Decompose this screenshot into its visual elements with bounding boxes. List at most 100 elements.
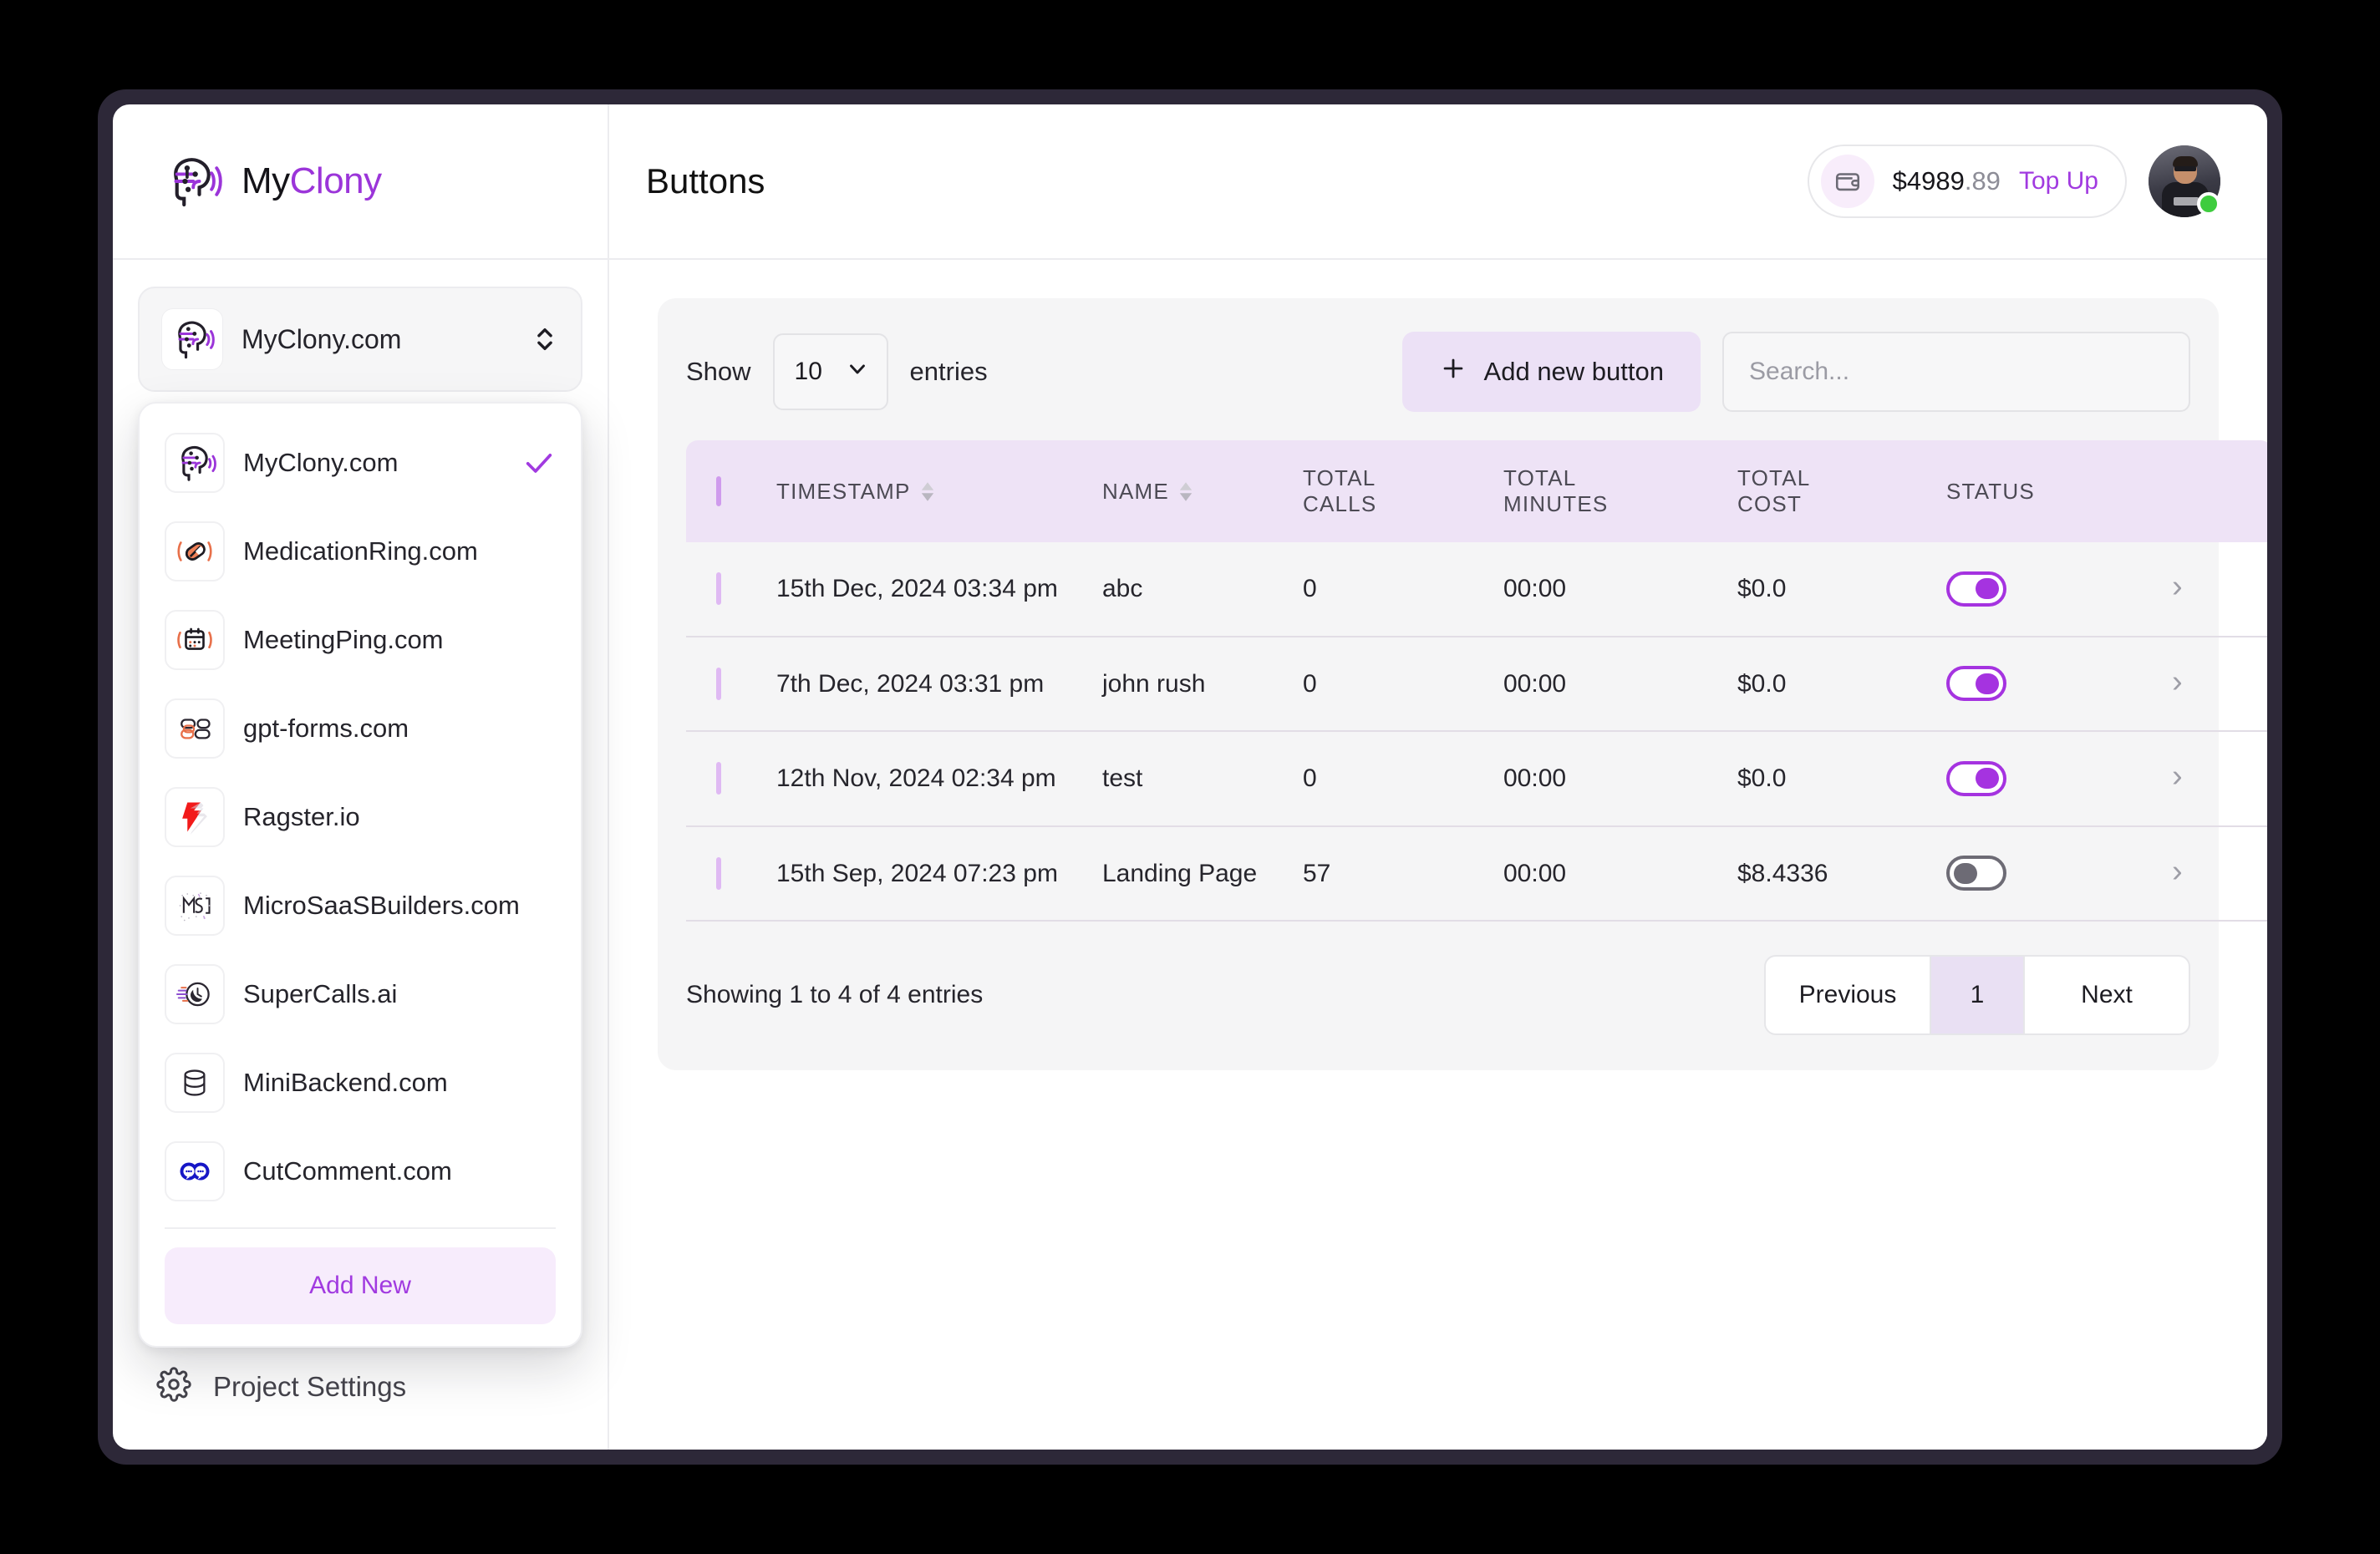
table-row[interactable]: 15th Sep, 2024 07:23 pm Landing Page 57 … xyxy=(686,826,2267,922)
cell-name: john rush xyxy=(1102,669,1206,698)
row-select-cell xyxy=(686,826,776,922)
list-item-label: CutComment.com xyxy=(243,1156,452,1186)
chevron-right-icon[interactable]: › xyxy=(2172,664,2183,699)
page-title: Buttons xyxy=(646,161,765,201)
brand-name: MyClony xyxy=(242,160,382,202)
project-selector[interactable]: MyClony.com xyxy=(138,287,582,392)
list-item-label: gpt-forms.com xyxy=(243,714,409,743)
page-length-value: 10 xyxy=(794,358,822,385)
forms-shapes-icon xyxy=(165,698,225,759)
wallet-amount: $4989.89 xyxy=(1893,166,2001,196)
cell-total-minutes: 00:00 xyxy=(1503,575,1567,602)
chevron-right-icon[interactable]: › xyxy=(2172,854,2183,889)
list-item[interactable]: gpt-forms.com xyxy=(140,684,581,773)
sort-icon xyxy=(1179,481,1193,501)
cell-status xyxy=(1946,542,2172,637)
chevron-right-icon[interactable]: › xyxy=(2172,569,2183,604)
cell-actions[interactable]: › xyxy=(2172,731,2267,826)
list-item[interactable]: MicroSaaSBuilders.com xyxy=(140,861,581,950)
select-all-checkbox[interactable] xyxy=(716,475,721,506)
add-new-button-label: Add new button xyxy=(1483,357,1664,386)
status-badge xyxy=(2197,192,2220,216)
table-row[interactable]: 12th Nov, 2024 02:34 pm test 0 00:00 $0.… xyxy=(686,731,2267,826)
row-checkbox[interactable] xyxy=(716,572,721,605)
brain-wave-icon xyxy=(160,149,225,214)
top-bar-main: Buttons $4989.89 Top Up xyxy=(608,104,2267,260)
column-header-actions xyxy=(2172,440,2267,542)
check-placeholder xyxy=(522,978,556,1011)
column-label: STATUS xyxy=(1946,478,2035,504)
entries-info: Showing 1 to 4 of 4 entries xyxy=(686,981,984,1008)
status-toggle[interactable] xyxy=(1946,571,2006,607)
column-label-line2: COST xyxy=(1737,491,1803,516)
column-label-line1: TOTAL xyxy=(1737,465,1811,490)
cell-timestamp: 15th Sep, 2024 07:23 pm xyxy=(776,859,1058,887)
status-toggle[interactable] xyxy=(1946,666,2006,702)
chevron-right-icon[interactable]: › xyxy=(2172,759,2183,794)
avatar[interactable] xyxy=(2149,145,2220,217)
column-header-total-calls: TOTAL CALLS xyxy=(1303,440,1503,542)
column-header-status: STATUS xyxy=(1946,440,2172,542)
previous-page-button[interactable]: Previous xyxy=(1764,955,1931,1035)
screen: MyClony Buttons $4989.89 Top Up MyClony.… xyxy=(0,0,2380,1554)
cell-actions[interactable]: › xyxy=(2172,542,2267,637)
status-toggle[interactable] xyxy=(1946,856,2006,891)
list-item[interactable]: Ragster.io xyxy=(140,773,581,861)
next-page-button[interactable]: Next xyxy=(2023,955,2190,1035)
page-number-button[interactable]: 1 xyxy=(1931,955,2023,1035)
sidebar-item-label: Project Settings xyxy=(213,1370,407,1402)
cell-total-calls: 57 xyxy=(1303,859,1331,887)
list-item[interactable]: MedicationRing.com xyxy=(140,507,581,596)
cell-timestamp: 12th Nov, 2024 02:34 pm xyxy=(776,764,1056,792)
sort-icon xyxy=(921,481,934,501)
list-item-label: MiniBackend.com xyxy=(243,1068,448,1097)
table-body: 15th Dec, 2024 03:34 pm abc 0 00:00 $0.0… xyxy=(686,542,2267,921)
list-item[interactable]: MeetingPing.com xyxy=(140,596,581,684)
list-item[interactable]: MiniBackend.com xyxy=(140,1039,581,1127)
brain-wave-icon xyxy=(165,433,225,493)
row-select-cell xyxy=(686,542,776,637)
cell-actions[interactable]: › xyxy=(2172,637,2267,732)
device-frame: MyClony Buttons $4989.89 Top Up MyClony.… xyxy=(98,89,2282,1465)
list-item[interactable]: SuperCalls.ai xyxy=(140,950,581,1039)
pagination: Previous 1 Next xyxy=(1764,955,2190,1035)
status-toggle[interactable] xyxy=(1946,760,2006,796)
app-window: MyClony Buttons $4989.89 Top Up MyClony.… xyxy=(113,104,2267,1450)
cell-actions[interactable]: › xyxy=(2172,826,2267,922)
row-checkbox[interactable] xyxy=(716,667,721,700)
top-up-button[interactable]: Top Up xyxy=(2019,167,2098,196)
table-toolbar: Show 10 entries Add new button Search... xyxy=(686,332,2190,412)
row-select-cell xyxy=(686,731,776,826)
table-row[interactable]: 7th Dec, 2024 03:31 pm john rush 0 00:00… xyxy=(686,637,2267,732)
sidebar-item-project-settings[interactable]: Project Settings xyxy=(138,1350,582,1423)
list-item[interactable]: CutComment.com xyxy=(140,1127,581,1216)
plus-icon xyxy=(1439,354,1467,389)
brand[interactable]: MyClony xyxy=(113,104,608,260)
page-length-select[interactable]: 10 xyxy=(772,333,888,410)
column-label-line2: CALLS xyxy=(1303,491,1377,516)
check-placeholder xyxy=(538,889,572,922)
row-checkbox[interactable] xyxy=(716,856,721,890)
column-header-timestamp[interactable]: TIMESTAMP xyxy=(776,440,1102,542)
project-dropdown-list: MyClony.com MedicationRing.com MeetingPi… xyxy=(140,419,581,1216)
wallet-icon xyxy=(1820,155,1874,208)
wallet-balance-pill[interactable]: $4989.89 Top Up xyxy=(1807,145,2127,218)
column-header-name[interactable]: NAME xyxy=(1102,440,1303,542)
calendar-ring-icon xyxy=(165,610,225,670)
cell-total-minutes: 00:00 xyxy=(1503,859,1567,887)
check-placeholder xyxy=(522,535,556,568)
column-label: TIMESTAMP xyxy=(776,478,911,504)
cell-total-calls: 0 xyxy=(1303,669,1317,698)
list-item-label: MeetingPing.com xyxy=(243,625,444,654)
search-input[interactable]: Search... xyxy=(1722,332,2190,412)
select-all-header xyxy=(686,440,776,542)
row-checkbox[interactable] xyxy=(716,762,721,795)
main-content: Show 10 entries Add new button Search...… xyxy=(608,260,2267,1450)
add-new-button[interactable]: Add new button xyxy=(1401,332,1701,412)
body: MyClony.com Project Settings MyClony.com… xyxy=(113,260,2267,1450)
cell-timestamp: 7th Dec, 2024 03:31 pm xyxy=(776,669,1045,698)
cell-total-calls: 0 xyxy=(1303,575,1317,602)
add-new-project-button[interactable]: Add New xyxy=(165,1247,556,1324)
table-row[interactable]: 15th Dec, 2024 03:34 pm abc 0 00:00 $0.0… xyxy=(686,542,2267,637)
list-item[interactable]: MyClony.com xyxy=(140,419,581,507)
